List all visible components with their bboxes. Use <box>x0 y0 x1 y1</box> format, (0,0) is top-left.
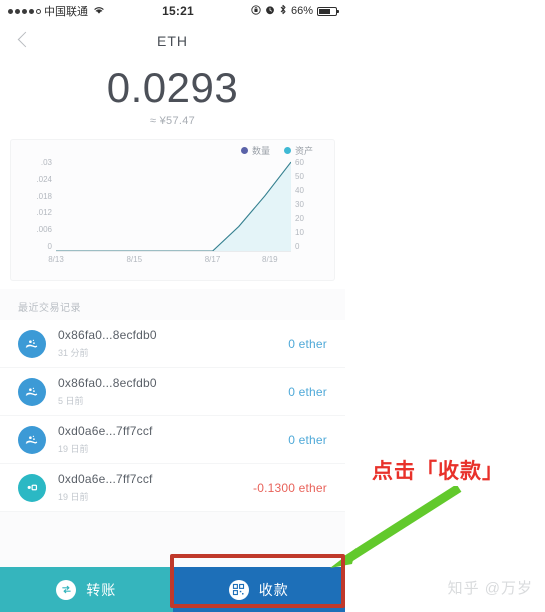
y-tick-left: .024 <box>36 174 52 184</box>
chart-y-axis-left: .03 .024 .018 .012 .006 0 <box>18 159 52 251</box>
transaction-address: 0xd0a6e...7ff7ccf <box>58 424 153 439</box>
legend-item-asset[interactable]: 资产 <box>283 144 313 157</box>
chevron-left-icon[interactable] <box>14 29 36 51</box>
balance-amount: 0.0293 <box>106 64 239 111</box>
phone-screenshot: 中国联通 15:21 66% ETH 0.0293 ≈ ¥57.47 数量 资产… <box>0 0 345 612</box>
balance-block: 0.0293 ≈ ¥57.47 <box>0 60 345 138</box>
y-tick-left: .006 <box>36 225 52 235</box>
receive-transaction-icon <box>18 329 46 358</box>
status-bar-right: 66% <box>251 4 339 18</box>
balance-fiat-value: ≈ ¥57.47 <box>149 115 196 128</box>
page-title: ETH <box>157 33 188 49</box>
transaction-rows: 0x86fa0...8ecfdb0 31 分前 0 ether 0x86fa0...8… <box>0 320 345 513</box>
legend-swatch-quantity <box>240 147 248 155</box>
bottom-action-bar: 转账 收款 <box>0 567 345 612</box>
y-tick-right: 60 <box>295 158 304 168</box>
transaction-row[interactable]: 0x86fa0...8ecfdb0 5 日前 0 ether <box>0 368 345 417</box>
chart-y-axis-right: 60 50 40 30 20 10 0 <box>295 159 329 251</box>
carrier-label: 中国联通 <box>44 6 88 18</box>
x-tick: 8/19 <box>262 255 278 265</box>
transaction-amount: 0 ether <box>288 336 327 351</box>
battery-percent-label: 66% <box>290 5 313 17</box>
watermark: 知乎 @万岁 <box>447 580 533 597</box>
transaction-time: 31 分前 <box>58 348 89 359</box>
status-bar-clock: 15:21 <box>162 4 194 18</box>
transfer-button[interactable]: 转账 <box>0 567 173 612</box>
transaction-details: 0x86fa0...8ecfdb0 31 分前 <box>58 328 288 359</box>
transaction-address: 0xd0a6e...7ff7ccf <box>58 472 153 487</box>
transaction-amount: -0.1300 ether <box>253 480 327 495</box>
receive-button[interactable]: 收款 <box>172 567 345 612</box>
transaction-address: 0x86fa0...8ecfdb0 <box>58 376 157 391</box>
transaction-details: 0xd0a6e...7ff7ccf 19 日前 <box>58 424 288 455</box>
rotation-lock-icon <box>251 4 261 18</box>
send-transaction-icon <box>18 473 46 502</box>
y-tick-left: .03 <box>40 158 52 168</box>
transaction-amount: 0 ether <box>288 384 327 399</box>
y-tick-left: .012 <box>36 208 52 218</box>
x-tick: 8/17 <box>204 255 221 265</box>
transfer-arrows-icon <box>56 579 77 600</box>
status-bar-left: 中国联通 <box>8 3 105 19</box>
y-tick-right: 0 <box>295 242 300 252</box>
chart-series-area <box>56 159 291 253</box>
signal-strength-dots <box>8 8 41 14</box>
wifi-icon <box>93 5 105 18</box>
legend-label-quantity: 数量 <box>251 146 270 157</box>
receive-button-label: 收款 <box>258 581 289 598</box>
transaction-section-title: 最近交易记录 <box>18 303 81 315</box>
transaction-row[interactable]: 0xd0a6e...7ff7ccf 19 日前 -0.1300 ether <box>0 464 345 513</box>
transaction-time: 19 日前 <box>58 444 89 455</box>
navigation-bar: ETH <box>0 22 345 60</box>
bluetooth-icon <box>279 4 287 18</box>
transaction-row[interactable]: 0xd0a6e...7ff7ccf 19 日前 0 ether <box>0 416 345 465</box>
status-bar: 中国联通 15:21 66% <box>0 0 345 22</box>
qr-code-icon <box>228 579 249 600</box>
transaction-time: 5 日前 <box>58 396 84 407</box>
y-tick-right: 10 <box>295 228 304 238</box>
legend-label-asset: 资产 <box>294 146 313 157</box>
alarm-icon <box>265 5 275 18</box>
y-tick-right: 20 <box>295 214 304 224</box>
y-tick-left: .018 <box>36 191 52 201</box>
transfer-button-label: 转账 <box>86 581 117 598</box>
chart-series-svg <box>56 159 291 252</box>
y-tick-left: 0 <box>47 242 52 252</box>
battery-icon <box>317 6 339 16</box>
transaction-details: 0xd0a6e...7ff7ccf 19 日前 <box>58 472 253 503</box>
transaction-details: 0x86fa0...8ecfdb0 5 日前 <box>58 376 288 407</box>
legend-item-quantity[interactable]: 数量 <box>240 144 270 157</box>
y-tick-right: 40 <box>295 186 304 196</box>
transaction-amount: 0 ether <box>288 432 327 447</box>
receive-transaction-icon <box>18 425 46 454</box>
y-tick-right: 50 <box>295 172 304 182</box>
legend-swatch-asset <box>283 147 291 155</box>
chart-legend: 数量 资产 <box>240 144 313 157</box>
x-tick: 8/13 <box>48 255 64 265</box>
y-tick-right: 30 <box>295 200 304 210</box>
chart-x-axis: 8/13 8/15 8/17 8/19 <box>48 255 291 267</box>
chart-plot-region: .03.024.018.012.006 0 60 50 40 30 20 10 0 8/13 8… <box>10 159 335 281</box>
transaction-row[interactable]: 0x86fa0...8ecfdb0 31 分前 0 ether <box>0 320 345 369</box>
transaction-time: 19 日前 <box>58 492 89 503</box>
x-tick: 8/15 <box>126 255 143 265</box>
transaction-list-section: 最近交易记录 0x86fa0...8ecfdb0 31 分前 0 ether 0x86… <box>0 289 345 568</box>
receive-transaction-icon <box>18 377 46 406</box>
transaction-address: 0x86fa0...8ecfdb0 <box>58 328 157 343</box>
annotation-instruction-text: 点击「收款」 <box>372 460 504 483</box>
balance-history-chart: 数量 资产 .03 .024 .018 .012 .006 0 60 50 40 30 20 10 0… <box>10 139 335 282</box>
